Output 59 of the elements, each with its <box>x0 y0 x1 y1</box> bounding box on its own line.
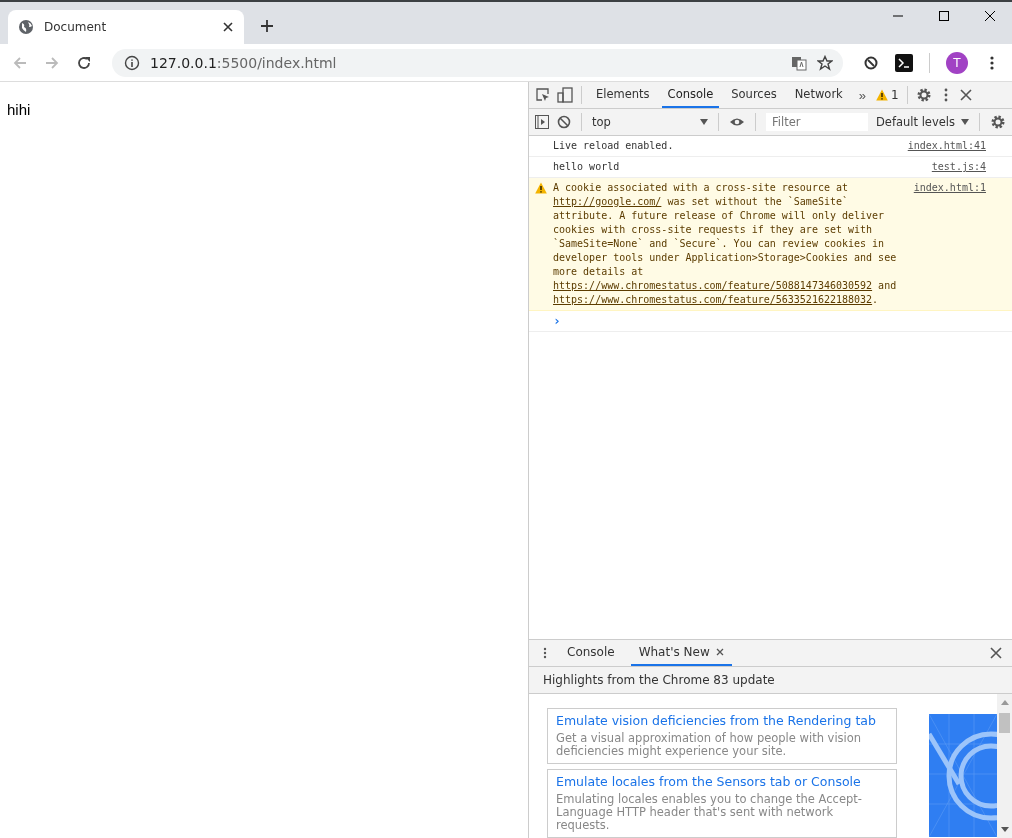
devtools-tab[interactable]: Elements <box>590 82 656 108</box>
card-title: Emulate vision deficiencies from the Rendering tab <box>556 713 877 728</box>
caret-icon <box>961 118 969 126</box>
console-message: hello world <box>553 160 621 174</box>
caret-icon <box>700 118 709 126</box>
reload-icon[interactable] <box>76 54 92 71</box>
url-text: 127.0.0.1:5500/index.html <box>150 54 337 71</box>
message-link[interactable]: http://google.com/ <box>553 196 662 207</box>
star-icon[interactable] <box>817 54 833 71</box>
translate-icon[interactable] <box>791 54 807 71</box>
console-message: Live reload enabled. <box>553 139 675 153</box>
devtools-tab[interactable]: Sources <box>725 82 783 108</box>
feature-card[interactable]: Emulate locales from the Sensors tab or Console Emulating locales enables you to change the Accept-Language HTTP header that's sent with network requests. <box>547 769 897 838</box>
settings-icon[interactable] <box>990 114 1006 130</box>
close-icon[interactable] <box>959 89 972 101</box>
scroll-down-icon[interactable] <box>1000 825 1009 833</box>
card-title: Emulate locales from the Sensors tab or Console <box>556 774 862 789</box>
close-icon[interactable] <box>222 21 234 33</box>
globe-icon <box>18 19 34 35</box>
source-link[interactable]: index.html:41 <box>907 139 986 153</box>
maximize-icon[interactable] <box>938 10 950 22</box>
plus-icon[interactable] <box>260 19 274 33</box>
close-icon[interactable] <box>715 648 724 656</box>
device-icon[interactable] <box>557 87 573 103</box>
warning-count[interactable]: 1 <box>876 88 899 102</box>
clear-icon[interactable] <box>557 115 571 129</box>
scrollbar-thumb[interactable] <box>999 713 1010 733</box>
more-tabs-button[interactable]: » <box>854 87 871 103</box>
tab-title: Document <box>44 20 108 34</box>
card-description: Get a visual approximation of how people with vision deficiencies might experience your site. <box>556 732 863 758</box>
settings-icon[interactable] <box>915 87 932 103</box>
sidebar-toggle-icon[interactable] <box>535 115 549 129</box>
context-dropdown[interactable]: top <box>592 115 709 129</box>
levels-dropdown[interactable]: Default levels <box>876 115 969 129</box>
info-icon <box>124 54 140 71</box>
scrollbar[interactable] <box>997 694 1012 838</box>
close-icon[interactable] <box>990 647 1002 659</box>
warning-icon <box>535 182 547 194</box>
feature-card[interactable]: Emulate vision deficiencies from the Rendering tab Get a visual approximation of how people with vision deficiencies might experience your site. <box>547 708 897 764</box>
filter-field[interactable]: Filter <box>766 113 868 131</box>
card-description: Emulating locales enables you to change the Accept-Language HTTP header that's sent with network requests. <box>556 793 863 832</box>
message-link[interactable]: https://www.chromestatus.com/feature/5633521622188032 <box>553 294 873 305</box>
profile-avatar[interactable]: T <box>946 51 968 74</box>
close-icon[interactable] <box>984 10 996 22</box>
source-link[interactable]: test.js:4 <box>931 160 986 174</box>
message-link[interactable]: https://www.chromestatus.com/feature/5088147346030592 <box>553 280 873 291</box>
drawer-tab[interactable]: Console <box>559 640 623 666</box>
devtools-tab[interactable]: Network <box>788 82 849 108</box>
browser-tab[interactable]: Document <box>8 10 244 44</box>
count-text: 1 <box>891 88 899 102</box>
page-text: hihi <box>7 101 31 118</box>
drawer-heading: Highlights from the Chrome 83 update <box>543 673 775 687</box>
address-bar[interactable]: 127.0.0.1:5500/index.html <box>112 48 843 77</box>
warning-icon <box>876 89 889 101</box>
terminal-icon[interactable] <box>895 53 913 72</box>
console-message: A cookie associated with a cross-site resource at http://google.com/ was set without the `SameSite` attribute. A future release of Chrome will only deliver cookies with cross-site requests if they are set with `SameSite=None` and `Secure`. You can review cookies in developer tools under Application>Storage>Cookies and see more details at https://www.chromestatus.com/feature/5088147346030592 and https://www.chromestatus.com/feature/5633521622188032. <box>553 181 898 307</box>
inspect-icon[interactable] <box>535 87 551 103</box>
prompt-icon[interactable]: › <box>553 314 561 328</box>
source-link[interactable]: index.html:1 <box>913 181 986 307</box>
